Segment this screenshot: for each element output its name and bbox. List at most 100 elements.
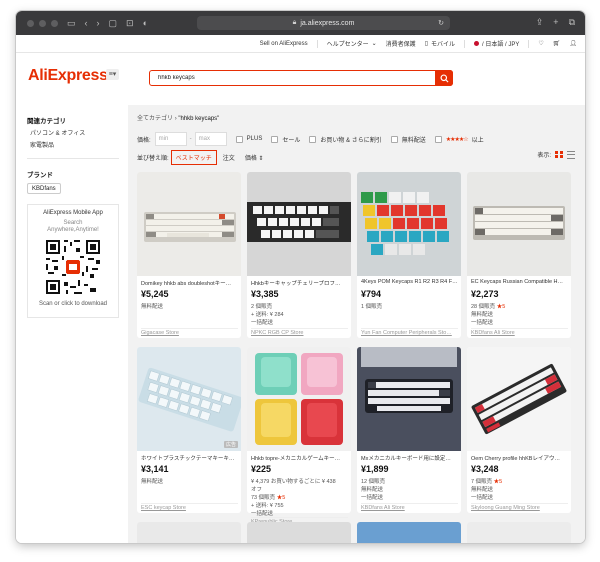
tab-overview-icon[interactable]: ⧉: [569, 17, 575, 28]
shield-icon[interactable]: ◐: [143, 18, 148, 28]
address-bar[interactable]: 🔒︎ ja.aliexpress.com ↻: [197, 16, 450, 30]
help-link[interactable]: ヘルプセンター ⌄: [327, 39, 377, 48]
sidebar-toggle-icon[interactable]: ▭: [67, 18, 76, 28]
forward-icon[interactable]: ›: [97, 18, 100, 28]
sell-link[interactable]: Sell on AliExpress: [260, 41, 308, 47]
product-title[interactable]: Hhkb topre-メカニカルゲームキー…: [251, 454, 348, 462]
product-image[interactable]: [467, 522, 571, 543]
brand-filter-kbdfans[interactable]: KBDfans: [27, 183, 61, 194]
sale-checkbox[interactable]: [271, 135, 279, 143]
product-image[interactable]: [247, 172, 351, 276]
product-image[interactable]: [247, 522, 351, 543]
search-input[interactable]: [150, 71, 430, 85]
price-min-input[interactable]: min: [154, 132, 187, 146]
page-icon[interactable]: ▢: [109, 18, 118, 28]
browser-titlebar: ▭ ‹ › ▢ ⊡ ◐ 🔒︎ ja.aliexpress.com ↻ ⇪ + ⧉: [16, 11, 585, 35]
sort-best-match[interactable]: ベストマッチ: [170, 150, 217, 165]
store-link[interactable]: Gigacase Store: [141, 328, 238, 336]
product-card[interactable]: Domikey hhkb abs doubleshotキー… ¥5,245 無料…: [137, 172, 241, 338]
product-image[interactable]: [357, 347, 461, 451]
close-window-icon[interactable]: [27, 19, 34, 27]
minimize-window-icon[interactable]: [39, 19, 46, 27]
product-card[interactable]: Oem Cherry profile hhKBレイアウ… ¥3,248 7 個販…: [467, 347, 571, 513]
combined-delivery: 一括配送: [361, 495, 384, 501]
search-button[interactable]: [435, 70, 453, 86]
category-link-electronics[interactable]: 家電製品: [27, 140, 128, 149]
divider: [528, 39, 530, 48]
product-card[interactable]: Mxメカニカルキーボード用に設定… ¥1,899 12 個販売 無料配送 一括配…: [357, 347, 461, 513]
product-title[interactable]: ホワイトプラスチックテーマキーキ…: [141, 454, 238, 462]
zoom-window-icon[interactable]: [51, 19, 58, 27]
product-card[interactable]: 広告 ホワイトプラスチックテーマキーキ… ¥3,141 無料配送 ESC key…: [137, 347, 241, 513]
view-label: 表示:: [537, 153, 551, 159]
mobile-app-promo[interactable]: AliExpress Mobile App Search Anywhere,An…: [27, 204, 119, 318]
aliexpress-logo[interactable]: AliExpress: [28, 67, 108, 85]
wishlist-icon[interactable]: ♡: [538, 40, 543, 47]
store-link[interactable]: KBDfans Ali Store: [361, 503, 458, 511]
site-header: AliExpress ≡▾: [16, 53, 585, 105]
store-link[interactable]: Yun Fan Computer Peripherals Sto…: [361, 328, 458, 336]
product-image[interactable]: [467, 172, 571, 276]
locale-selector[interactable]: / 日本語 / JPY: [474, 39, 519, 48]
back-icon[interactable]: ‹: [85, 18, 88, 28]
product-price: ¥1,899: [361, 464, 389, 474]
sold-count: 2 個販売: [251, 304, 273, 310]
product-card[interactable]: Hhkbキーキャップチェリープロフ… ¥3,385 2 個販売 + 送料: ¥ …: [247, 172, 351, 338]
mobile-link[interactable]: ▯ モバイル: [425, 39, 455, 48]
product-image[interactable]: [467, 347, 571, 451]
product-image[interactable]: [137, 347, 241, 451]
app-download-link[interactable]: Scan or click to download: [28, 301, 118, 307]
product-title[interactable]: Domikey hhkb abs doubleshotキー…: [141, 279, 238, 287]
product-card[interactable]: [247, 522, 351, 543]
grid-view-icon[interactable]: [555, 150, 563, 159]
breadcrumb-all-categories[interactable]: 全てカテゴリ: [137, 116, 173, 122]
category-link-pc-office[interactable]: パソコン & オフィス: [27, 128, 128, 137]
product-image[interactable]: [357, 522, 461, 543]
flag-icon: [474, 41, 480, 46]
new-tab-icon[interactable]: +: [553, 17, 558, 28]
breadcrumb: 全てカテゴリ › "hhkb keycaps": [137, 113, 219, 122]
store-link[interactable]: Skyloong Guang Ming Store: [471, 503, 568, 511]
product-card[interactable]: Hhkb topre-メカニカルゲームキー… ¥225 ¥ 4,379 お買い物…: [247, 347, 351, 525]
rating-star-icon: ★5: [493, 479, 503, 485]
cart-icon[interactable]: 🛒︎: [553, 40, 561, 47]
product-title[interactable]: EC Keycaps Russian Compatible H…: [471, 279, 568, 285]
product-image[interactable]: [137, 172, 241, 276]
product-title[interactable]: Oem Cherry profile hhKBレイアウ…: [471, 454, 568, 462]
reload-icon[interactable]: ↻: [438, 19, 444, 27]
rating-checkbox[interactable]: [434, 135, 442, 143]
product-card[interactable]: EC Keycaps Russian Compatible H… ¥2,273 …: [467, 172, 571, 338]
sort-orders[interactable]: 注文: [219, 151, 239, 164]
list-view-icon[interactable]: [567, 150, 575, 159]
discount-checkbox[interactable]: [309, 135, 317, 143]
product-card[interactable]: [137, 522, 241, 543]
category-menu-icon[interactable]: ≡▾: [106, 69, 119, 80]
product-title[interactable]: Mxメカニカルキーボード用に設定…: [361, 454, 458, 462]
store-link[interactable]: KBDfans Ali Store: [471, 328, 568, 336]
product-card[interactable]: [357, 522, 461, 543]
product-price: ¥5,245: [141, 289, 169, 299]
combined-delivery: 一括配送: [471, 495, 494, 501]
tabs-icon[interactable]: ⊡: [126, 18, 134, 28]
qr-code-icon[interactable]: [44, 238, 102, 296]
sort-price[interactable]: 価格 ⇕: [241, 151, 268, 164]
store-link[interactable]: ESC keycap Store: [141, 503, 238, 511]
toolbar-right: ⇪ + ⧉: [536, 17, 575, 28]
account-icon[interactable]: 👤︎: [569, 40, 577, 47]
product-image[interactable]: [357, 172, 461, 276]
share-icon[interactable]: ⇪: [536, 17, 544, 28]
consumer-protection-link[interactable]: 消費者保護: [386, 39, 416, 48]
store-link[interactable]: NPKC RGB CP Store: [251, 328, 348, 336]
shipping-info: 無料配送: [141, 304, 164, 310]
price-max-input[interactable]: max: [194, 132, 227, 146]
page-content: Sell on AliExpress ヘルプセンター ⌄ 消費者保護 ▯ モバイル …: [16, 35, 585, 543]
product-image[interactable]: [247, 347, 351, 451]
plus-checkbox[interactable]: [235, 135, 243, 143]
product-card[interactable]: [467, 522, 571, 543]
product-title[interactable]: 4Keys POM Keycaps R1 R2 R3 R4 F…: [361, 279, 458, 285]
free-shipping-checkbox[interactable]: [390, 135, 398, 143]
product-price: ¥3,248: [471, 464, 499, 474]
product-image[interactable]: [137, 522, 241, 543]
product-card[interactable]: 4Keys POM Keycaps R1 R2 R3 R4 F… ¥794 1 …: [357, 172, 461, 338]
product-title[interactable]: Hhkbキーキャップチェリープロフ…: [251, 279, 348, 287]
